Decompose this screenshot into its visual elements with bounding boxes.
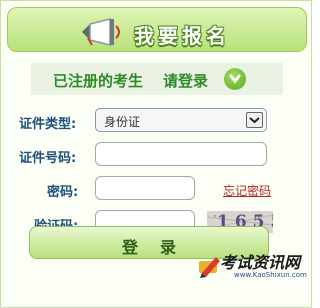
id-number-label: 证件号码:	[19, 151, 77, 166]
header-banner: 我要报名	[7, 7, 307, 52]
chevron-down-icon[interactable]	[246, 112, 263, 128]
registered-login-bar: 已注册的考生 请登录	[31, 63, 283, 95]
forgot-password-link[interactable]: 忘记密码	[223, 182, 271, 199]
watermark-title: 考试资讯网	[220, 253, 301, 272]
watermark-url: www.KaoShixun.com	[234, 271, 307, 279]
id-number-field[interactable]	[95, 142, 267, 166]
password-field[interactable]	[95, 176, 195, 200]
watermark-logo: 考试资讯网 www.KaoShixun.com	[196, 249, 312, 307]
id-type-select[interactable]: 身份证	[95, 108, 267, 132]
id-type-label: 证件类型:	[19, 117, 77, 132]
pencil-icon	[199, 257, 220, 278]
password-label: 密码:	[47, 185, 79, 200]
id-type-selected-value: 身份证	[104, 115, 141, 129]
login-panel: 我要报名 已注册的考生 请登录 证件类型: 身份证 证件号码: 密码: 忘记密码…	[0, 0, 312, 308]
arrow-down-circle-icon	[224, 68, 246, 90]
please-login-text: 请登录	[163, 72, 209, 90]
registered-candidates-text: 已注册的考生	[53, 72, 144, 90]
page-title: 我要报名	[134, 24, 230, 48]
megaphone-icon	[82, 18, 120, 46]
